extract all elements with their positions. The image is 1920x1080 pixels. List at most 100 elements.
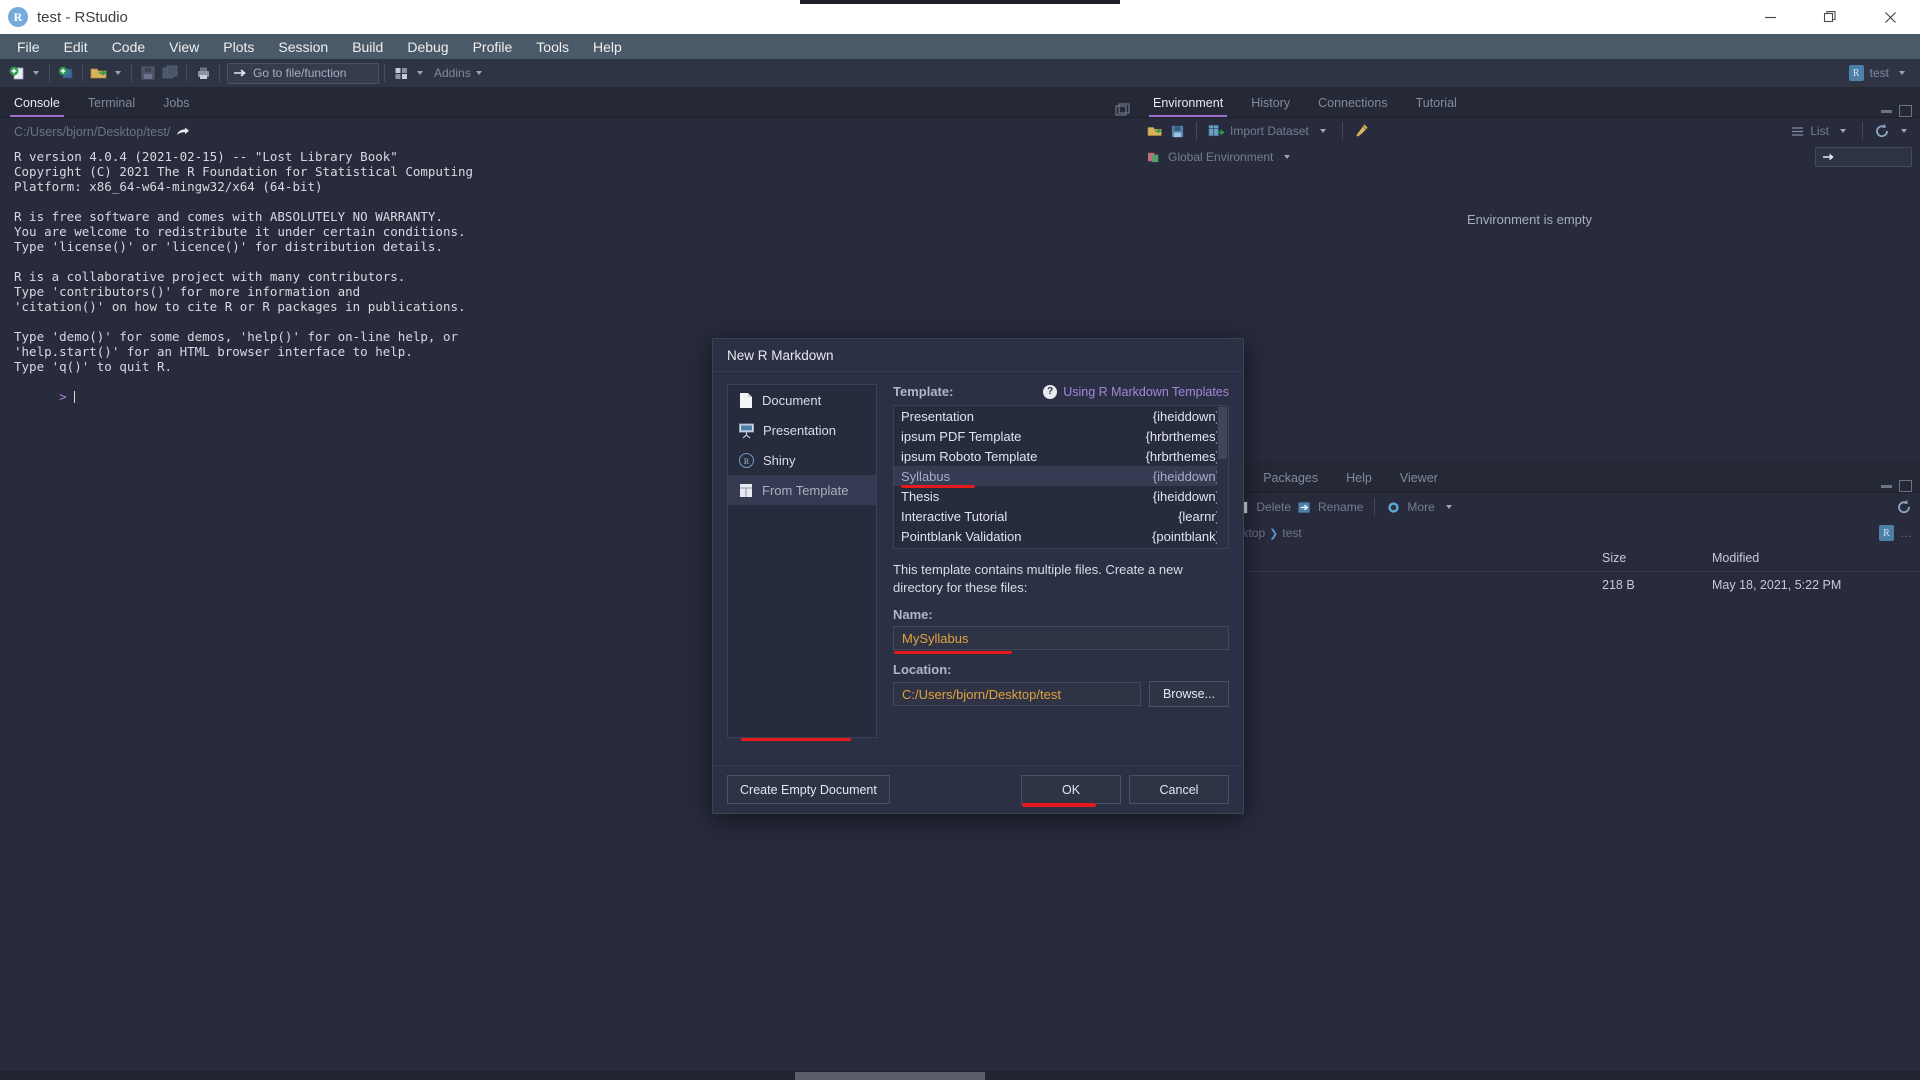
location-input[interactable]: C:/Users/bjorn/Desktop/test bbox=[893, 682, 1141, 706]
cancel-button[interactable]: Cancel bbox=[1129, 775, 1229, 804]
restore-icon[interactable] bbox=[1800, 0, 1860, 34]
create-empty-document-button[interactable]: Create Empty Document bbox=[727, 775, 890, 804]
template-list[interactable]: Presentation {iheiddown} ipsum PDF Templ… bbox=[893, 405, 1229, 549]
refresh-icon[interactable] bbox=[1874, 123, 1890, 139]
column-header-size[interactable]: Size bbox=[1602, 551, 1712, 565]
save-icon[interactable] bbox=[137, 62, 159, 84]
using-templates-link[interactable]: ? Using R Markdown Templates bbox=[1043, 384, 1229, 399]
import-dataset-icon[interactable] bbox=[1208, 124, 1224, 138]
files-overflow-icon[interactable]: … bbox=[1900, 526, 1912, 540]
project-dropdown-icon[interactable] bbox=[1899, 71, 1905, 75]
rename-icon[interactable] bbox=[1297, 500, 1312, 515]
tab-help[interactable]: Help bbox=[1332, 465, 1386, 492]
table-row[interactable]: test.Rproj 218 B May 18, 2021, 5:22 PM bbox=[1139, 572, 1920, 598]
tab-tutorial[interactable]: Tutorial bbox=[1402, 90, 1471, 117]
console-working-directory[interactable]: C:/Users/bjorn/Desktop/test/ bbox=[0, 118, 1138, 139]
global-environment-dropdown-icon[interactable] bbox=[1284, 155, 1291, 159]
goto-file-function-input[interactable]: Go to file/function bbox=[227, 62, 379, 84]
environment-view-label[interactable]: List bbox=[1810, 124, 1829, 138]
toolbar-divider bbox=[82, 64, 83, 82]
tab-connections[interactable]: Connections bbox=[1304, 90, 1402, 117]
global-environment-label[interactable]: Global Environment bbox=[1168, 150, 1273, 164]
scrollbar-thumb[interactable] bbox=[1218, 407, 1227, 459]
template-row[interactable]: ipsum PDF Template {hrbrthemes} bbox=[894, 426, 1228, 446]
list-view-icon[interactable] bbox=[1791, 125, 1804, 138]
type-item-document[interactable]: Document bbox=[728, 385, 876, 415]
breadcrumb-test[interactable]: test bbox=[1282, 526, 1301, 540]
maximize-pane-icon[interactable] bbox=[1899, 480, 1912, 492]
print-icon[interactable] bbox=[192, 62, 214, 84]
minimize-icon[interactable] bbox=[1740, 0, 1800, 34]
template-row[interactable]: Presentation {iheiddown} bbox=[894, 406, 1228, 426]
menu-view[interactable]: View bbox=[158, 36, 210, 58]
tab-jobs[interactable]: Jobs bbox=[149, 90, 203, 117]
template-row[interactable]: Interactive Tutorial {learnr} bbox=[894, 506, 1228, 526]
menu-help[interactable]: Help bbox=[582, 36, 633, 58]
menu-code[interactable]: Code bbox=[101, 36, 156, 58]
template-row[interactable]: ipsum Roboto Template {hrbrthemes} bbox=[894, 446, 1228, 466]
load-workspace-icon[interactable] bbox=[1147, 124, 1164, 139]
browse-button[interactable]: Browse... bbox=[1149, 681, 1229, 707]
environment-view-dropdown-icon[interactable] bbox=[1840, 129, 1846, 133]
ok-button[interactable]: OK bbox=[1021, 775, 1121, 807]
rproj-file-icon: R bbox=[1879, 525, 1894, 541]
menu-debug[interactable]: Debug bbox=[396, 36, 459, 58]
template-row[interactable]: Pointblank Validation {pointblank} bbox=[894, 526, 1228, 546]
column-header-modified[interactable]: Modified bbox=[1712, 551, 1912, 565]
rename-label[interactable]: Rename bbox=[1318, 500, 1363, 514]
open-file-icon[interactable] bbox=[88, 62, 110, 84]
menu-edit[interactable]: Edit bbox=[53, 36, 99, 58]
more-label[interactable]: More bbox=[1407, 500, 1434, 514]
menu-tools[interactable]: Tools bbox=[525, 36, 580, 58]
new-project-icon[interactable] bbox=[55, 62, 77, 84]
save-all-icon[interactable] bbox=[159, 62, 181, 84]
addins-label[interactable]: Addins bbox=[434, 66, 471, 80]
environment-tab-strip: Environment History Connections Tutorial bbox=[1139, 87, 1920, 118]
tab-packages[interactable]: Packages bbox=[1249, 465, 1332, 492]
location-row: C:/Users/bjorn/Desktop/test Browse... bbox=[893, 681, 1229, 707]
import-dataset-label[interactable]: Import Dataset bbox=[1230, 124, 1309, 138]
tab-terminal[interactable]: Terminal bbox=[74, 90, 149, 117]
tab-console[interactable]: Console bbox=[0, 90, 74, 117]
files-refresh-controls bbox=[1896, 499, 1912, 515]
menu-session[interactable]: Session bbox=[267, 36, 339, 58]
project-indicator[interactable]: R test bbox=[1848, 65, 1910, 81]
maximize-pane-icon[interactable] bbox=[1899, 105, 1912, 117]
addins-dropdown-icon[interactable] bbox=[475, 71, 482, 75]
template-row[interactable]: Thesis {iheiddown} bbox=[894, 486, 1228, 506]
tab-history[interactable]: History bbox=[1237, 90, 1304, 117]
refresh-dropdown-icon[interactable] bbox=[1901, 129, 1907, 133]
refresh-icon[interactable] bbox=[1896, 499, 1912, 515]
more-gear-icon[interactable] bbox=[1386, 500, 1401, 515]
console-popout-icon[interactable] bbox=[1115, 103, 1130, 117]
type-item-from-template[interactable]: From Template bbox=[728, 475, 876, 505]
workspace-panes-icon[interactable] bbox=[390, 62, 412, 84]
name-input[interactable]: MySyllabus bbox=[893, 626, 1229, 654]
tab-environment[interactable]: Environment bbox=[1139, 90, 1237, 117]
import-dataset-dropdown-icon[interactable] bbox=[1319, 129, 1326, 133]
toolbar-divider bbox=[1862, 122, 1863, 140]
clear-workspace-broom-icon[interactable] bbox=[1354, 123, 1370, 139]
more-dropdown-icon[interactable] bbox=[1445, 505, 1452, 509]
new-file-dropdown-icon[interactable] bbox=[33, 71, 39, 75]
view-directory-icon[interactable] bbox=[176, 126, 190, 138]
template-row-selected[interactable]: Syllabus {iheiddown} bbox=[894, 466, 1228, 488]
minimize-pane-icon[interactable] bbox=[1881, 109, 1892, 113]
menu-profile[interactable]: Profile bbox=[462, 36, 524, 58]
save-workspace-icon[interactable] bbox=[1170, 124, 1185, 139]
new-file-icon[interactable] bbox=[6, 62, 28, 84]
environment-search-input[interactable] bbox=[1815, 147, 1912, 167]
template-row[interactable]: reprex (lots of features) {reprex} bbox=[894, 546, 1228, 548]
menu-file[interactable]: File bbox=[6, 36, 51, 58]
type-item-shiny[interactable]: R Shiny bbox=[728, 445, 876, 475]
delete-label[interactable]: Delete bbox=[1256, 500, 1291, 514]
template-list-scrollbar[interactable] bbox=[1217, 406, 1228, 548]
open-file-dropdown-icon[interactable] bbox=[115, 71, 121, 75]
menu-build[interactable]: Build bbox=[341, 36, 394, 58]
close-icon[interactable] bbox=[1860, 0, 1920, 34]
panes-dropdown-icon[interactable] bbox=[417, 71, 423, 75]
minimize-pane-icon[interactable] bbox=[1881, 484, 1892, 488]
type-item-presentation[interactable]: Presentation bbox=[728, 415, 876, 445]
menu-plots[interactable]: Plots bbox=[212, 36, 265, 58]
tab-viewer[interactable]: Viewer bbox=[1386, 465, 1452, 492]
